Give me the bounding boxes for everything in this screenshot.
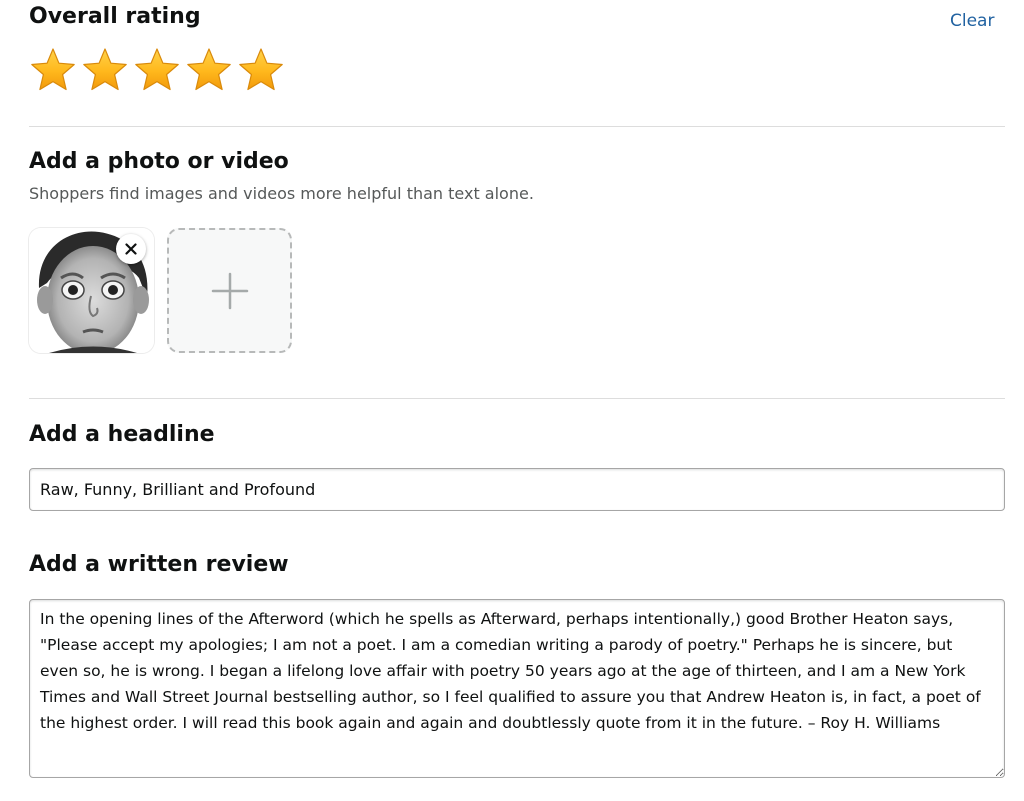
- star-2-icon[interactable]: [81, 46, 129, 94]
- remove-photo-button[interactable]: [116, 234, 146, 264]
- headline-title: Add a headline: [29, 422, 215, 447]
- section-divider: [29, 126, 1005, 127]
- star-1-icon[interactable]: [29, 46, 77, 94]
- add-media-button[interactable]: [167, 228, 292, 353]
- star-3-icon[interactable]: [133, 46, 181, 94]
- written-review-title: Add a written review: [29, 552, 289, 577]
- plus-icon: [211, 272, 248, 309]
- add-media-subtitle: Shoppers find images and videos more hel…: [29, 184, 534, 203]
- add-media-title: Add a photo or video: [29, 149, 289, 174]
- close-icon: [125, 243, 137, 255]
- clear-rating-link[interactable]: Clear: [950, 10, 994, 32]
- section-divider: [29, 398, 1005, 399]
- overall-rating-title: Overall rating: [29, 4, 201, 29]
- written-review-textarea[interactable]: In the opening lines of the Afterword (w…: [29, 599, 1005, 778]
- headline-input[interactable]: [29, 468, 1005, 511]
- star-4-icon[interactable]: [185, 46, 233, 94]
- star-rating[interactable]: [29, 46, 285, 94]
- star-5-icon[interactable]: [237, 46, 285, 94]
